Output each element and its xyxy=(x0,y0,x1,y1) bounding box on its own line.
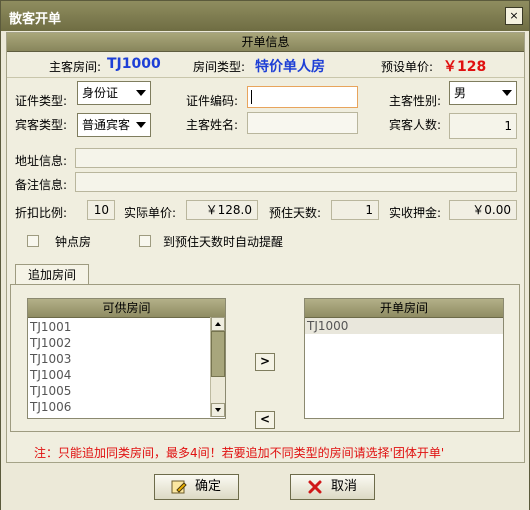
days-input[interactable]: 1 xyxy=(331,200,379,220)
id-type-label: 证件类型: xyxy=(15,94,68,108)
count-label: 宾客人数: xyxy=(389,118,442,132)
window-title: 散客开单 xyxy=(9,12,62,27)
scroll-up-button[interactable] xyxy=(211,317,225,331)
address-label: 地址信息: xyxy=(15,154,68,168)
chevron-down-icon xyxy=(215,408,221,412)
list-item[interactable]: TJ1005 xyxy=(30,383,71,399)
available-scrollbar[interactable] xyxy=(210,317,225,417)
cancel-label: 取消 xyxy=(331,479,358,494)
chevron-down-icon xyxy=(502,90,512,96)
button-bar: 确定 取消 xyxy=(1,470,529,510)
chevron-down-icon xyxy=(136,122,146,128)
guest-type-label: 宾客类型: xyxy=(15,118,68,132)
list-item[interactable]: TJ1001 xyxy=(30,319,71,335)
cancel-button[interactable]: 取消 xyxy=(290,474,375,500)
guest-checkin-window: 散客开单 × 开单信息 主客房间: TJ1000 房间类型: 特价单人房 预设单… xyxy=(0,0,530,510)
main-room-value: TJ1000 xyxy=(107,56,161,72)
scroll-down-button[interactable] xyxy=(211,403,225,417)
pencil-icon xyxy=(171,480,187,494)
name-input[interactable] xyxy=(247,112,358,134)
remark-input[interactable] xyxy=(75,172,517,192)
address-input[interactable] xyxy=(75,148,517,168)
days-label: 预住天数: xyxy=(269,206,322,220)
list-item[interactable]: TJ1003 xyxy=(30,351,71,367)
id-type-value: 身份证 xyxy=(82,86,119,100)
add-room-button[interactable]: > xyxy=(255,353,275,371)
list-item[interactable]: TJ1004 xyxy=(30,367,71,383)
list-item[interactable]: TJ1000 xyxy=(305,318,503,334)
guest-type-value: 普通宾客 xyxy=(82,118,131,132)
text-cursor xyxy=(251,90,252,104)
selected-rooms-header: 开单房间 xyxy=(305,299,503,318)
main-room-label: 主客房间: xyxy=(49,60,102,74)
id-type-select[interactable]: 身份证 xyxy=(77,81,151,105)
name-label: 主客姓名: xyxy=(186,118,239,132)
deposit-label: 实收押金: xyxy=(389,206,442,220)
gender-value: 男 xyxy=(454,86,467,100)
guest-type-select[interactable]: 普通宾客 xyxy=(77,113,151,137)
available-rooms-list[interactable]: 可供房间 TJ1001 TJ1002 TJ1003 TJ1004 TJ1005 … xyxy=(27,298,226,419)
count-value: 1 xyxy=(504,119,512,133)
count-input[interactable]: 1 xyxy=(449,113,517,139)
remind-checkbox[interactable] xyxy=(139,235,151,247)
gender-label: 主客性别: xyxy=(389,94,442,108)
discount-label: 折扣比例: xyxy=(15,206,68,220)
list-item[interactable]: TJ1006 xyxy=(30,399,71,415)
deposit-input[interactable]: ￥0.00 xyxy=(449,200,517,220)
actual-price-value: ￥128.0 xyxy=(186,200,258,220)
hourly-label: 钟点房 xyxy=(55,235,92,249)
room-type-label: 房间类型: xyxy=(193,60,246,74)
add-rooms-group: 可供房间 TJ1001 TJ1002 TJ1003 TJ1004 TJ1005 … xyxy=(10,284,520,432)
divider xyxy=(7,77,524,78)
preset-price-value: ￥128 xyxy=(443,59,487,75)
available-rooms-header: 可供房间 xyxy=(28,299,225,318)
close-button[interactable]: × xyxy=(505,7,523,25)
remind-label: 到预住天数时自动提醒 xyxy=(163,235,284,249)
id-no-input[interactable] xyxy=(247,86,358,108)
id-no-label: 证件编码: xyxy=(186,94,239,108)
preset-price-label: 预设单价: xyxy=(381,60,434,74)
remark-label: 备注信息: xyxy=(15,178,68,192)
hourly-checkbox[interactable] xyxy=(27,235,39,247)
chevron-down-icon xyxy=(136,90,146,96)
scroll-thumb[interactable] xyxy=(211,331,225,377)
tab-add-rooms[interactable]: 追加房间 xyxy=(15,264,89,285)
chevron-up-icon xyxy=(215,322,221,326)
list-item[interactable]: TJ1002 xyxy=(30,335,71,351)
list-item[interactable]: TJ1007 xyxy=(30,415,71,418)
confirm-button[interactable]: 确定 xyxy=(154,474,239,500)
discount-input[interactable]: 10 xyxy=(87,200,115,220)
section-header: 开单信息 xyxy=(7,33,524,52)
title-bar[interactable]: 散客开单 × xyxy=(1,1,529,31)
selected-rooms-list[interactable]: 开单房间 TJ1000 xyxy=(304,298,504,419)
x-icon xyxy=(308,480,322,494)
main-panel: 开单信息 主客房间: TJ1000 房间类型: 特价单人房 预设单价: ￥128… xyxy=(6,32,525,463)
actual-price-label: 实际单价: xyxy=(124,206,177,220)
remove-room-button[interactable]: < xyxy=(255,411,275,429)
gender-select[interactable]: 男 xyxy=(449,81,517,105)
room-type-value: 特价单人房 xyxy=(255,59,325,75)
note-text: 注：只能追加同类房间，最多4间！若要追加不同类型的房间请选择'团体开单' xyxy=(34,446,445,460)
confirm-label: 确定 xyxy=(195,479,222,494)
